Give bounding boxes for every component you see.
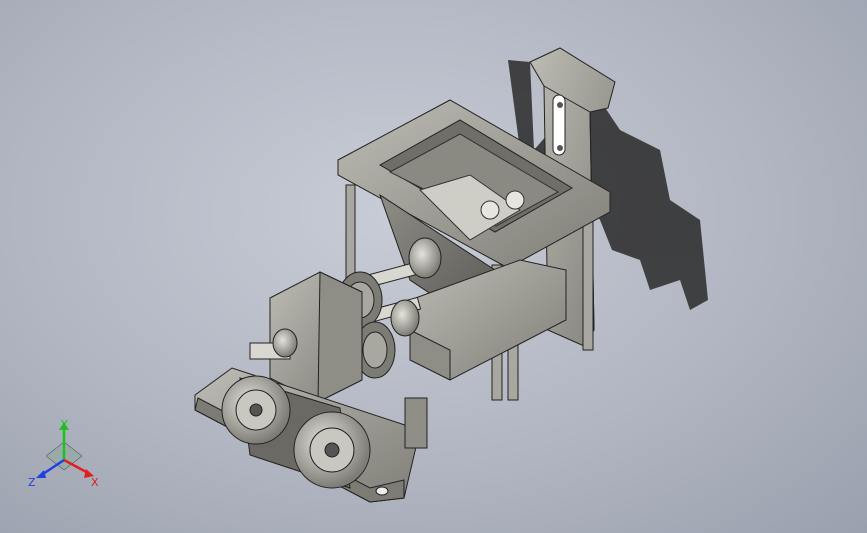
y-axis-label: Y <box>60 418 68 431</box>
z-axis-label: Z <box>28 476 36 489</box>
cad-viewport[interactable]: Y X Z <box>0 0 867 533</box>
axis-triad: Y X Z <box>28 418 99 489</box>
x-axis-label: X <box>91 476 99 489</box>
bolt-icon <box>557 145 563 151</box>
bolt-icon <box>557 102 563 108</box>
